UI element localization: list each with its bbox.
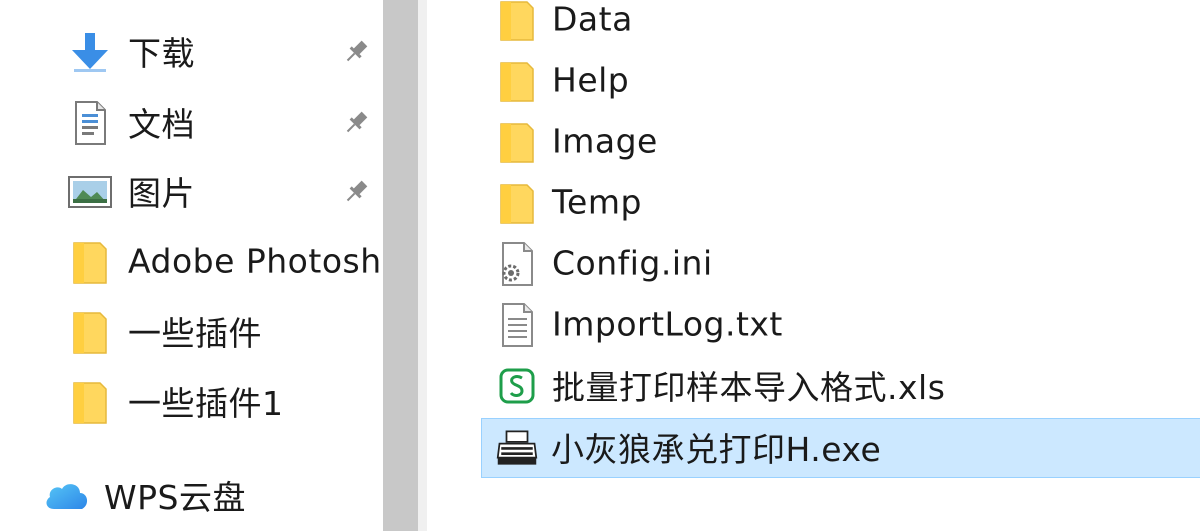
list-item-selected[interactable]: 小灰狼承兑打印H.exe <box>481 418 1200 478</box>
list-item[interactable]: Temp <box>482 173 1200 233</box>
list-item[interactable]: 批量打印样本导入格式.xls <box>482 356 1200 416</box>
file-list: Data Help Image Temp Config.ini ImportLo… <box>427 0 1200 531</box>
text-file-icon <box>496 302 538 348</box>
file-name: 批量打印样本导入格式.xls <box>552 368 946 408</box>
folder-icon <box>496 58 538 104</box>
file-name: Config.ini <box>552 243 713 283</box>
file-name: ImportLog.txt <box>552 304 783 344</box>
nav-item-label: WPS云盘 <box>104 478 246 518</box>
nav-item-adobe-photoshop[interactable]: Adobe Photosh <box>0 231 383 293</box>
file-name: Image <box>552 121 658 161</box>
nav-item-label: 下载 <box>128 34 195 74</box>
list-item[interactable]: Config.ini <box>482 234 1200 294</box>
file-name: Data <box>552 0 633 39</box>
download-arrow-icon <box>66 28 114 76</box>
list-item[interactable]: ImportLog.txt <box>482 295 1200 355</box>
file-name: 小灰狼承兑打印H.exe <box>551 430 882 470</box>
nav-item-label: Adobe Photosh <box>128 241 382 281</box>
nav-item-documents[interactable]: 文档 <box>0 92 383 154</box>
nav-item-downloads[interactable]: 下载 <box>0 21 383 83</box>
file-name: Temp <box>552 182 642 222</box>
folder-icon <box>496 0 538 43</box>
printer-icon <box>496 425 538 471</box>
nav-item-plugins-1[interactable]: 一些插件1 <box>0 371 383 433</box>
file-name: Help <box>552 60 630 100</box>
nav-item-label: 文档 <box>128 105 195 145</box>
folder-icon <box>66 308 114 356</box>
folder-icon <box>496 180 538 226</box>
nav-item-label: 一些插件1 <box>128 384 284 424</box>
list-item[interactable]: Image <box>482 112 1200 172</box>
document-icon <box>66 99 114 147</box>
pin-icon[interactable] <box>340 107 372 139</box>
spreadsheet-file-icon <box>496 363 538 409</box>
nav-item-wps-cloud[interactable]: WPS云盘 <box>0 465 383 527</box>
nav-item-label: 一些插件 <box>128 314 262 354</box>
pin-icon[interactable] <box>340 176 372 208</box>
folder-icon <box>66 238 114 286</box>
folder-icon <box>66 378 114 426</box>
pin-icon[interactable] <box>340 36 372 68</box>
list-item[interactable]: Help <box>482 51 1200 111</box>
settings-file-icon <box>496 241 538 287</box>
folder-icon <box>496 119 538 165</box>
list-item[interactable]: Data <box>482 0 1200 50</box>
nav-item-pictures[interactable]: 图片 <box>0 161 383 223</box>
pictures-icon <box>66 168 114 216</box>
navigation-pane: 下载 文档 图片 Adobe Photosh 一些插件 一些插件1 WPS云盘 <box>0 0 383 531</box>
nav-item-plugins[interactable]: 一些插件 <box>0 301 383 363</box>
cloud-icon <box>42 472 90 520</box>
pane-splitter[interactable] <box>383 0 427 531</box>
nav-item-label: 图片 <box>128 174 195 214</box>
